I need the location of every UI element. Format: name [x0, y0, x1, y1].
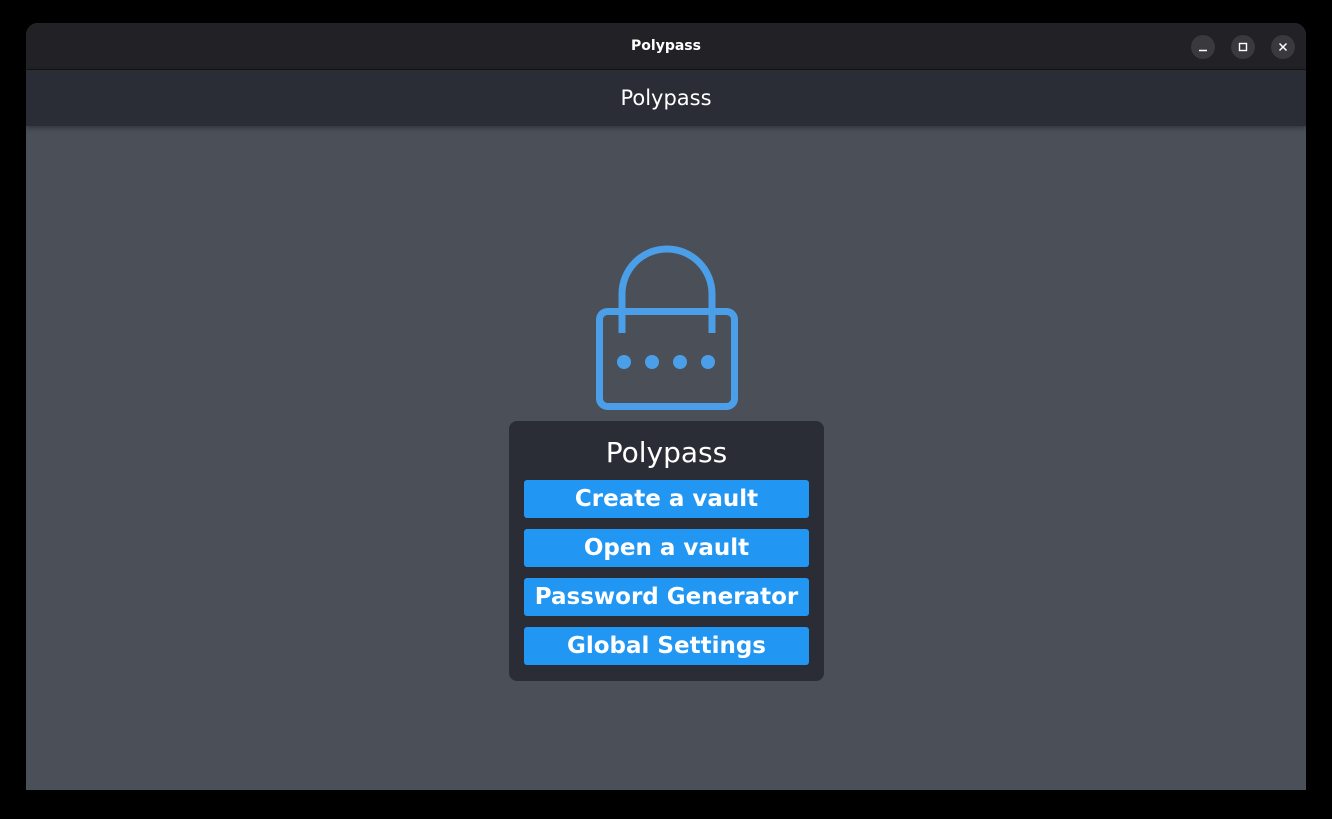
close-button[interactable] — [1271, 35, 1295, 59]
card-title: Polypass — [605, 436, 728, 469]
window-title: Polypass — [631, 38, 701, 54]
password-generator-button[interactable]: Password Generator — [524, 578, 809, 616]
global-settings-button[interactable]: Global Settings — [524, 627, 809, 665]
window-titlebar[interactable]: Polypass — [26, 23, 1306, 70]
app-bar-title: Polypass — [620, 86, 712, 110]
lock-icon — [594, 241, 740, 419]
close-icon — [1278, 42, 1288, 52]
open-vault-button[interactable]: Open a vault — [524, 529, 809, 567]
app-window: Polypass Polypass Polypass Create a vaul… — [26, 23, 1306, 790]
create-vault-button[interactable]: Create a vault — [524, 480, 809, 518]
maximize-icon — [1238, 42, 1248, 52]
maximize-button[interactable] — [1231, 35, 1255, 59]
app-bar: Polypass — [26, 70, 1306, 126]
minimize-icon — [1199, 49, 1207, 52]
minimize-button[interactable] — [1191, 35, 1215, 59]
welcome-card: Polypass Create a vault Open a vault Pas… — [509, 421, 824, 681]
